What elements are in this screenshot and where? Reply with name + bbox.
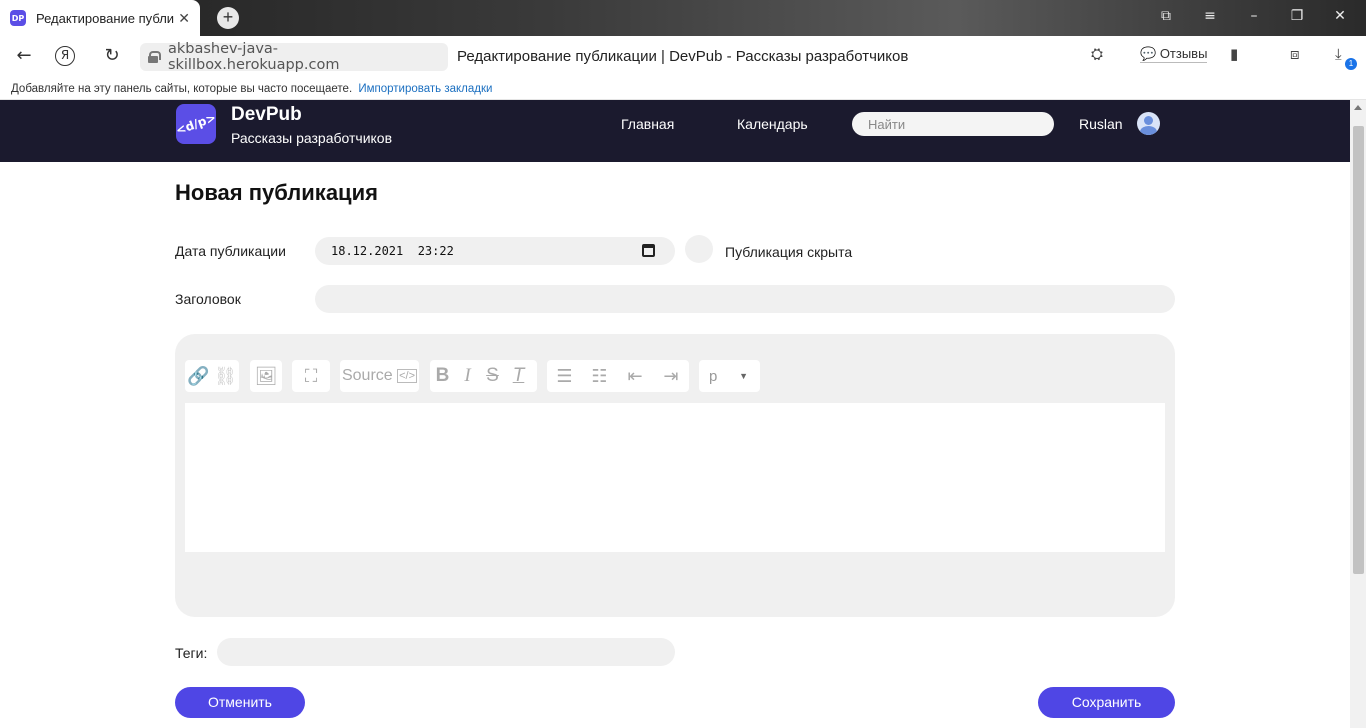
date-value: 18.12.2021 23:22: [331, 244, 454, 258]
image-icon[interactable]: 🖼: [250, 360, 282, 392]
rich-text-editor: 🔗 ⛓ 🖼 ⛶ Source </> B I S T ☰ ☷ ⇤ ⇥ p ▼: [175, 334, 1175, 617]
scroll-up-icon[interactable]: [1354, 105, 1362, 110]
date-input[interactable]: 18.12.2021 23:22: [315, 237, 675, 265]
yandex-icon[interactable]: Я: [55, 46, 75, 66]
save-button[interactable]: Сохранить: [1038, 687, 1175, 718]
toolbar-group-view: ⛶: [292, 360, 330, 392]
tags-label: Теги:: [175, 645, 208, 661]
tab-close-icon[interactable]: ✕: [178, 10, 190, 26]
downloads-icon[interactable]: ⤓: [1335, 45, 1342, 63]
source-button[interactable]: Source </>: [340, 360, 419, 392]
page-heading: Новая публикация: [175, 180, 378, 205]
strike-icon[interactable]: S: [480, 360, 505, 392]
new-tab-button[interactable]: +: [217, 7, 239, 29]
indent-icon[interactable]: ⇥: [653, 360, 689, 392]
nav-home[interactable]: Главная: [621, 116, 674, 132]
feedback-link[interactable]: 💬 Отзывы: [1140, 46, 1208, 63]
nav-calendar[interactable]: Календарь: [737, 116, 808, 132]
logo-icon[interactable]: <d/p>: [174, 104, 218, 144]
unlink-icon[interactable]: ⛓: [212, 360, 239, 392]
format-value: p: [709, 367, 718, 385]
toolbar-group-lists: ☰ ☷ ⇤ ⇥: [547, 360, 689, 392]
tab-title: Редактирование публи: [36, 10, 174, 26]
bookmarks-bar: Добавляйте на эту панель сайты, которые …: [0, 78, 1366, 100]
lock-icon: [148, 51, 161, 63]
window-close-icon[interactable]: ✕: [1330, 8, 1350, 24]
import-bookmarks-link[interactable]: Импортировать закладки: [358, 83, 492, 95]
date-label: Дата публикации: [175, 243, 286, 259]
search-input[interactable]: [852, 112, 1054, 136]
restore-icon[interactable]: ❐: [1287, 8, 1307, 24]
hidden-checkbox[interactable]: [685, 235, 713, 263]
address-page-title: Редактирование публикации | DevPub - Рас…: [457, 48, 909, 65]
tags-input[interactable]: [217, 638, 675, 666]
user-name[interactable]: Ruslan: [1079, 116, 1123, 132]
source-icon: </>: [397, 369, 418, 383]
url-text: akbashev-java-skillbox.herokuapp.com: [167, 41, 340, 73]
sidebar-icon[interactable]: ⧈: [1290, 45, 1300, 63]
brand-name[interactable]: DevPub: [231, 104, 302, 126]
avatar[interactable]: [1137, 112, 1160, 135]
browser-tabbar: DP Редактирование публи ✕ + ⧉ ≡ – ❐ ✕: [0, 0, 1366, 36]
hidden-label: Публикация скрыта: [725, 244, 853, 260]
outdent-icon[interactable]: ⇤: [617, 360, 653, 392]
menu-icon[interactable]: ≡: [1200, 8, 1220, 24]
italic-icon[interactable]: I: [455, 360, 480, 392]
back-icon[interactable]: ←: [12, 45, 36, 66]
page-viewport: <d/p> DevPub Рассказы разработчиков Глав…: [0, 100, 1350, 728]
source-label: Source: [341, 367, 393, 384]
site-header: <d/p> DevPub Рассказы разработчиков Глав…: [0, 100, 1350, 162]
bookmark-icon[interactable]: ▮: [1230, 45, 1238, 63]
toolbar-group-links: 🔗 ⛓: [185, 360, 239, 392]
editor-content-area[interactable]: [185, 403, 1165, 552]
calendar-icon[interactable]: [642, 244, 655, 257]
chevron-down-icon: ▼: [739, 371, 748, 381]
format-select[interactable]: p ▼: [699, 360, 760, 392]
scrollbar[interactable]: [1350, 100, 1366, 728]
downloads-badge: 1: [1345, 58, 1357, 70]
scroll-thumb[interactable]: [1353, 126, 1364, 574]
translate-icon[interactable]: ⛭: [1091, 45, 1103, 63]
bullet-list-icon[interactable]: ☰: [547, 360, 582, 392]
toolbar-group-image: 🖼: [250, 360, 282, 392]
fullscreen-icon[interactable]: ⛶: [292, 360, 330, 392]
clear-format-icon[interactable]: T: [505, 360, 532, 392]
collections-icon[interactable]: ⧉: [1156, 8, 1176, 24]
bold-icon[interactable]: B: [430, 360, 455, 392]
minimize-icon[interactable]: –: [1244, 8, 1264, 24]
toolbar-group-source: Source </>: [340, 360, 419, 392]
numbered-list-icon[interactable]: ☷: [582, 360, 617, 392]
address-bar: ← Я ↻ akbashev-java-skillbox.herokuapp.c…: [0, 36, 1366, 78]
cancel-button[interactable]: Отменить: [175, 687, 305, 718]
feedback-label: Отзывы: [1159, 46, 1208, 61]
url-field[interactable]: akbashev-java-skillbox.herokuapp.com: [140, 41, 448, 73]
link-icon[interactable]: 🔗: [185, 360, 212, 392]
browser-tab[interactable]: DP Редактирование публи ✕: [0, 0, 200, 36]
toolbar-group-format: B I S T: [430, 360, 537, 392]
brand-tagline: Рассказы разработчиков: [231, 130, 393, 146]
bookmarks-hint: Добавляйте на эту панель сайты, которые …: [11, 83, 353, 95]
title-input[interactable]: [315, 285, 1175, 313]
tab-favicon-icon: DP: [10, 10, 26, 26]
reload-icon[interactable]: ↻: [100, 45, 124, 66]
title-label: Заголовок: [175, 291, 241, 307]
